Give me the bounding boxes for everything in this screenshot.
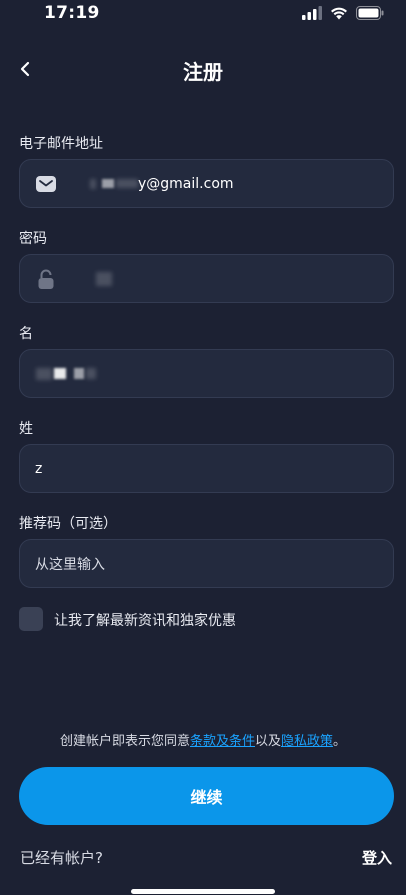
continue-button[interactable]: 继续 (19, 767, 394, 825)
page-title: 注册 (183, 60, 223, 84)
have-account-text: 已经有帐户? (20, 849, 103, 867)
wifi-icon (330, 5, 348, 24)
email-redacted-2 (102, 179, 114, 188)
signal-icon (302, 5, 322, 24)
first-name-field[interactable] (19, 349, 394, 398)
terms-suffix: 。 (333, 734, 347, 749)
referral-label: 推荐码（可选） (19, 516, 117, 532)
referral-field[interactable]: 从这里输入 (19, 539, 394, 588)
first-name-redacted-3 (74, 368, 84, 379)
newsletter-label: 让我了解最新资讯和独家优惠 (54, 613, 236, 629)
first-name-redacted-2 (54, 368, 66, 379)
password-redacted (96, 271, 112, 286)
home-indicator (131, 889, 275, 894)
newsletter-checkbox[interactable] (19, 607, 43, 631)
email-redacted-1 (90, 178, 96, 189)
lock-icon (36, 269, 56, 289)
email-visible-text: y@gmail.com (138, 175, 234, 192)
terms-middle: 以及 (254, 734, 281, 749)
first-name-value (36, 366, 96, 382)
last-name-value: z (35, 460, 43, 477)
email-redacted-3 (116, 179, 138, 188)
terms-link[interactable]: 条款及条件 (190, 734, 255, 749)
continue-label: 继续 (190, 788, 223, 807)
terms-text: 创建帐户即表示您同意条款及条件以及隐私政策。 (0, 730, 406, 749)
header: 注册 (0, 52, 406, 86)
password-field[interactable] (19, 254, 394, 303)
email-field[interactable]: y@gmail.com (19, 159, 394, 208)
email-label: 电子邮件地址 (19, 136, 103, 152)
first-name-label: 名 (19, 326, 33, 342)
email-value: y@gmail.com (90, 176, 234, 192)
referral-placeholder: 从这里输入 (35, 556, 105, 573)
last-name-field[interactable]: z (19, 444, 394, 493)
login-link[interactable]: 登入 (362, 847, 392, 868)
battery-icon (356, 5, 384, 24)
last-name-label: 姓 (19, 421, 33, 437)
privacy-link[interactable]: 隐私政策 (281, 734, 333, 749)
terms-prefix: 创建帐户即表示您同意 (59, 734, 190, 749)
first-name-redacted-4 (86, 368, 96, 379)
status-bar: 17:19 (0, 0, 406, 28)
mail-icon (36, 174, 56, 194)
first-name-redacted-1 (36, 367, 52, 380)
status-icons (302, 5, 384, 24)
password-label: 密码 (19, 231, 47, 247)
status-time: 17:19 (44, 3, 100, 23)
